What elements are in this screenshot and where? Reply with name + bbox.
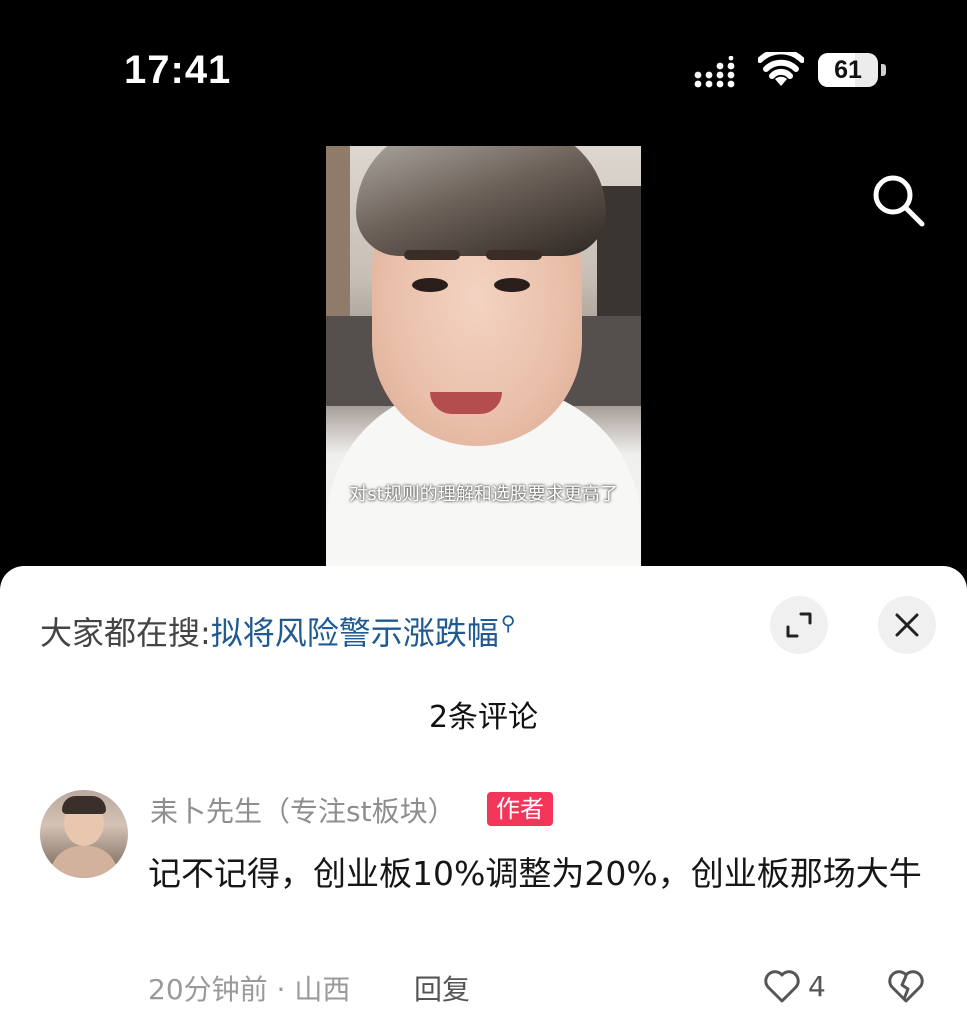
video-person-eye-left — [412, 278, 448, 292]
video-background-shelf — [326, 146, 350, 326]
comment-username[interactable]: 耒卜先生（专注st板块） — [150, 790, 456, 830]
wifi-icon — [758, 52, 804, 86]
author-badge: 作者 — [487, 792, 553, 826]
comments-sheet: 大家都在搜:拟将风险警示涨跌幅 ⚲ 2条评论 耒卜先生（专注st板块） 作者 记不… — [0, 566, 967, 1024]
comment-text[interactable]: 记不记得，创业板10%调整为20%，创业板那场大牛 — [148, 844, 938, 904]
reply-button[interactable]: 回复 — [414, 968, 470, 1008]
comment-time-location: 20分钟前 · 山西 — [148, 973, 351, 1006]
video-person-mouth — [430, 392, 502, 414]
trending-search-term[interactable]: 拟将风险警示涨跌幅 — [211, 614, 499, 652]
avatar[interactable] — [40, 790, 128, 878]
close-button[interactable] — [878, 596, 936, 654]
heart-icon[interactable] — [762, 966, 802, 1006]
comment-item: 耒卜先生（专注st板块） 作者 记不记得，创业板10%调整为20%，创业板那场大… — [0, 788, 967, 1024]
video-person-brow-left — [404, 250, 460, 260]
battery-indicator: 61 — [818, 53, 878, 87]
status-bar: 17:41 61 — [0, 0, 967, 140]
video-person-brow-right — [486, 250, 542, 260]
avatar-body — [50, 846, 118, 878]
cellular-signal-icon — [694, 56, 735, 88]
avatar-hair — [62, 796, 106, 814]
video-player[interactable]: 对st规则的理解和选股要求更高了 — [326, 146, 641, 586]
video-person-hair — [356, 146, 606, 256]
battery-percent: 61 — [834, 56, 862, 84]
small-search-icon: ⚲ — [500, 611, 516, 635]
status-time: 17:41 — [124, 48, 232, 92]
comment-count: 2条评论 — [428, 700, 539, 735]
like-count: 4 — [808, 970, 826, 1003]
broken-heart-icon[interactable] — [886, 966, 926, 1006]
video-person-eye-right — [494, 278, 530, 292]
trending-search-prefix: 大家都在搜: — [40, 614, 211, 652]
expand-icon — [786, 612, 812, 638]
battery-cap — [881, 64, 886, 76]
trending-search[interactable]: 大家都在搜:拟将风险警示涨跌幅 ⚲ — [40, 608, 515, 654]
search-icon[interactable] — [868, 170, 928, 230]
expand-button[interactable] — [770, 596, 828, 654]
video-subtitle: 对st规则的理解和选股要求更高了 — [349, 484, 618, 505]
close-icon — [895, 613, 919, 637]
